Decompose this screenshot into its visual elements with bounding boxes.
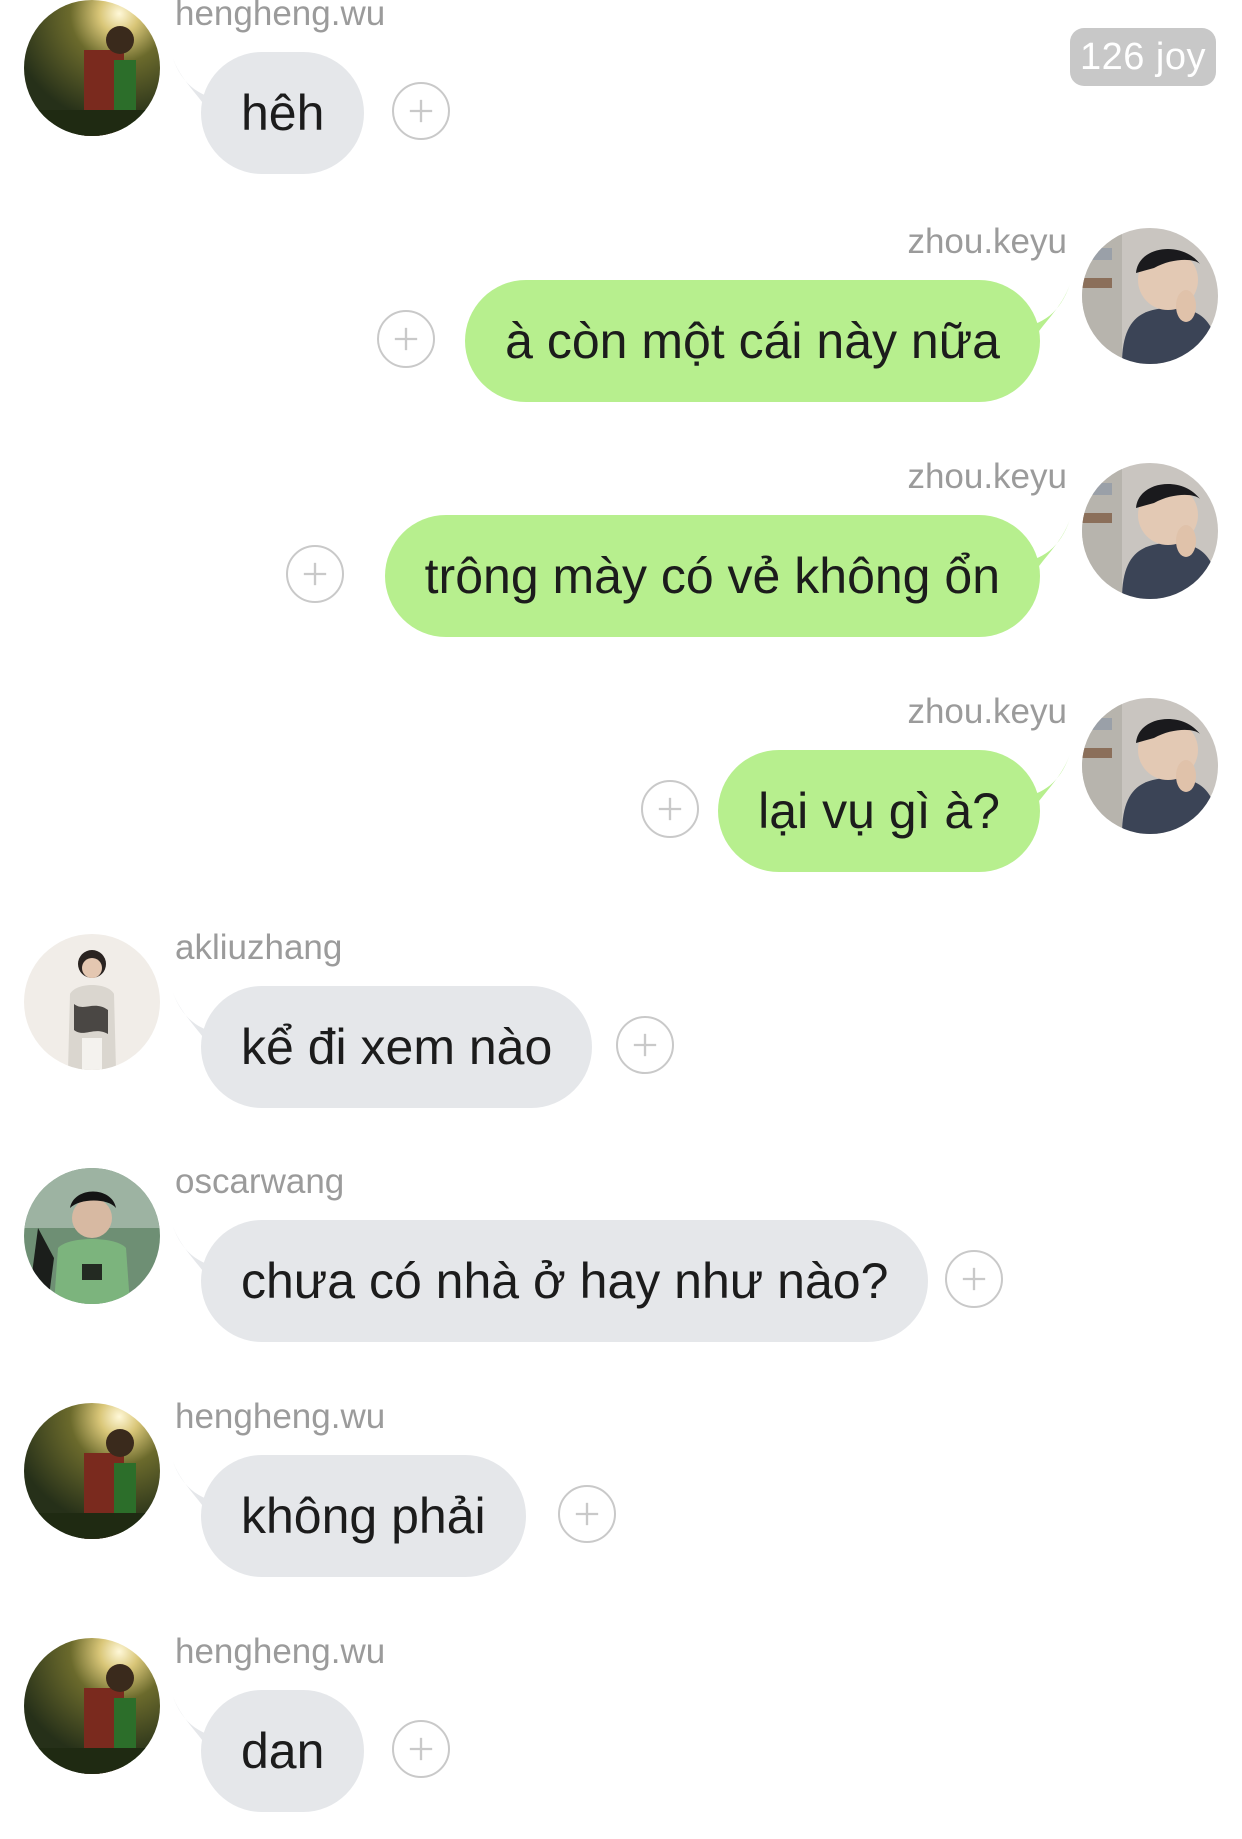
sender-username: hengheng.wu [175, 0, 386, 33]
sender-username: hengheng.wu [175, 1632, 386, 1671]
plus-circle-icon [394, 327, 418, 351]
plus-circle-icon [575, 1502, 599, 1526]
sender-username: oscarwang [175, 1162, 345, 1201]
avatar-zhoukeyu[interactable] [1082, 228, 1218, 364]
message-row: hengheng.wu dan [0, 1632, 1242, 1838]
plus-circle-icon [409, 1737, 433, 1761]
message-bubble[interactable]: hêh [201, 52, 365, 174]
plus-circle-icon [658, 797, 682, 821]
add-reaction-button[interactable] [286, 545, 344, 603]
sender-username: hengheng.wu [175, 1397, 386, 1436]
message-row: zhou.keyu trông mày có vẻ không ổn [0, 457, 1242, 663]
avatar-hengheng[interactable] [24, 1403, 160, 1539]
add-reaction-button[interactable] [558, 1485, 616, 1543]
add-reaction-button[interactable] [945, 1250, 1003, 1308]
sender-username: zhou.keyu [907, 222, 1067, 261]
plus-circle-icon [633, 1033, 657, 1057]
avatar-zhoukeyu[interactable] [1082, 698, 1218, 834]
message-row: zhou.keyu lại vụ gì à? [0, 692, 1242, 898]
add-reaction-button[interactable] [616, 1016, 674, 1074]
plus-circle-icon [409, 99, 433, 123]
message-bubble[interactable]: à còn một cái này nữa [465, 280, 1040, 402]
sender-username: akliuzhang [175, 928, 343, 967]
message-row: zhou.keyu à còn một cái này nữa [0, 222, 1242, 428]
add-reaction-button[interactable] [377, 310, 435, 368]
message-row: hengheng.wu hêh [0, 0, 1242, 200]
avatar-akliuzhang[interactable] [24, 934, 160, 1070]
add-reaction-button[interactable] [392, 1720, 450, 1778]
message-bubble[interactable]: chưa có nhà ở hay như nào? [201, 1220, 929, 1342]
message-bubble[interactable]: dan [201, 1690, 365, 1812]
sender-username: zhou.keyu [907, 457, 1067, 496]
message-bubble[interactable]: không phải [201, 1455, 526, 1577]
sender-username: zhou.keyu [907, 692, 1067, 731]
add-reaction-button[interactable] [641, 780, 699, 838]
message-row: oscarwang chưa có nhà ở hay như nào? [0, 1162, 1242, 1368]
avatar-hengheng[interactable] [24, 0, 160, 136]
message-bubble[interactable]: kể đi xem nào [201, 986, 593, 1108]
avatar-zhoukeyu[interactable] [1082, 463, 1218, 599]
avatar-oscarwang[interactable] [24, 1168, 160, 1304]
plus-circle-icon [303, 562, 327, 586]
add-reaction-button[interactable] [392, 82, 450, 140]
plus-circle-icon [962, 1267, 986, 1291]
message-row: akliuzhang kể đi xem nào [0, 928, 1242, 1134]
message-bubble[interactable]: trông mày có vẻ không ổn [384, 515, 1040, 637]
chat-thread[interactable]: 126 joy hengheng.wu hêh zhou.keyu à còn … [0, 0, 1242, 1839]
avatar-hengheng[interactable] [24, 1638, 160, 1774]
message-bubble[interactable]: lại vụ gì à? [718, 750, 1040, 872]
message-row: hengheng.wu không phải [0, 1397, 1242, 1603]
